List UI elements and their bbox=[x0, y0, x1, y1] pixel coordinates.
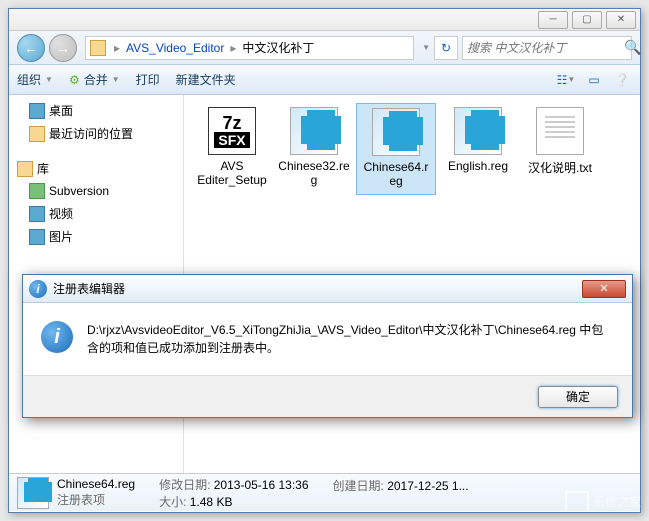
close-button[interactable]: ✕ bbox=[606, 11, 636, 29]
reg-file-icon bbox=[290, 107, 338, 155]
breadcrumb[interactable]: ▸ AVS_Video_Editor ▸ 中文汉化补丁 bbox=[85, 36, 414, 60]
view-menu[interactable]: ☷ bbox=[556, 70, 576, 90]
info-icon: i bbox=[29, 280, 47, 298]
address-bar: ← → ▸ AVS_Video_Editor ▸ 中文汉化补丁 ▼ ↻ 🔍 bbox=[9, 31, 640, 65]
folder-icon bbox=[90, 40, 106, 56]
file-item-selected[interactable]: Chinese64.reg bbox=[356, 103, 436, 195]
status-type: 注册表项 bbox=[57, 491, 105, 508]
status-filename: Chinese64.reg bbox=[57, 477, 135, 491]
help-button[interactable]: ❔ bbox=[612, 70, 632, 90]
dialog-message: D:\rjxz\AvsvideoEditor_V6.5_XiTongZhiJia… bbox=[87, 321, 614, 357]
status-preview-icon bbox=[17, 477, 49, 509]
refresh-button[interactable]: ↻ bbox=[434, 36, 458, 60]
status-bar: Chinese64.reg 注册表项 修改日期: 2013-05-16 13:3… bbox=[9, 473, 640, 511]
sidebar-pictures[interactable]: 图片 bbox=[9, 225, 183, 248]
info-icon: i bbox=[41, 321, 73, 353]
file-item[interactable]: English.reg bbox=[438, 103, 518, 195]
dialog-title: 注册表编辑器 bbox=[53, 280, 125, 297]
organize-menu[interactable]: 组织 bbox=[17, 71, 53, 88]
back-button[interactable]: ← bbox=[17, 34, 45, 62]
sidebar-libraries[interactable]: 库 bbox=[9, 157, 183, 180]
watermark: 系统之家 bbox=[565, 491, 641, 511]
search-icon[interactable]: 🔍 bbox=[624, 39, 641, 56]
explorer-window: ─ ▢ ✕ ← → ▸ AVS_Video_Editor ▸ 中文汉化补丁 ▼ … bbox=[8, 8, 641, 513]
dialog-titlebar: i 注册表编辑器 ✕ bbox=[23, 275, 632, 303]
sidebar-desktop[interactable]: 桌面 bbox=[9, 99, 183, 122]
preview-pane-button[interactable]: ▭ bbox=[584, 70, 604, 90]
maximize-button[interactable]: ▢ bbox=[572, 11, 602, 29]
dialog-close-button[interactable]: ✕ bbox=[582, 280, 626, 298]
new-folder-button[interactable]: 新建文件夹 bbox=[176, 71, 236, 88]
breadcrumb-item2[interactable]: 中文汉化补丁 bbox=[240, 39, 316, 56]
status-size: 1.48 KB bbox=[190, 495, 233, 509]
sidebar-recent[interactable]: 最近访问的位置 bbox=[9, 122, 183, 145]
watermark-logo-icon bbox=[565, 491, 589, 511]
forward-button[interactable]: → bbox=[49, 34, 77, 62]
breadcrumb-item1[interactable]: AVS_Video_Editor bbox=[124, 41, 226, 55]
file-item[interactable]: Chinese32.reg bbox=[274, 103, 354, 195]
search-box[interactable]: 🔍 bbox=[462, 36, 632, 60]
sidebar-videos[interactable]: 视频 bbox=[9, 202, 183, 225]
sevenzip-sfx-icon: 7zSFX bbox=[208, 107, 256, 155]
ok-button[interactable]: 确定 bbox=[538, 386, 618, 408]
status-created: 2017-12-25 1... bbox=[387, 479, 468, 493]
file-item[interactable]: 7zSFX AVS Editer_Setup.exe bbox=[192, 103, 272, 195]
titlebar: ─ ▢ ✕ bbox=[9, 9, 640, 31]
registry-dialog: i 注册表编辑器 ✕ i D:\rjxz\AvsvideoEditor_V6.5… bbox=[22, 274, 633, 418]
search-input[interactable] bbox=[467, 41, 624, 55]
merge-menu[interactable]: ⚙ 合并 bbox=[69, 71, 120, 88]
reg-file-icon bbox=[372, 108, 420, 156]
minimize-button[interactable]: ─ bbox=[538, 11, 568, 29]
reg-file-icon bbox=[454, 107, 502, 155]
status-modified: 2013-05-16 13:36 bbox=[214, 478, 309, 492]
print-button[interactable]: 打印 bbox=[136, 71, 160, 88]
text-file-icon bbox=[536, 107, 584, 155]
toolbar: 组织 ⚙ 合并 打印 新建文件夹 ☷ ▭ ❔ bbox=[9, 65, 640, 95]
file-item[interactable]: 汉化说明.txt bbox=[520, 103, 600, 195]
sidebar-subversion[interactable]: Subversion bbox=[9, 180, 183, 202]
